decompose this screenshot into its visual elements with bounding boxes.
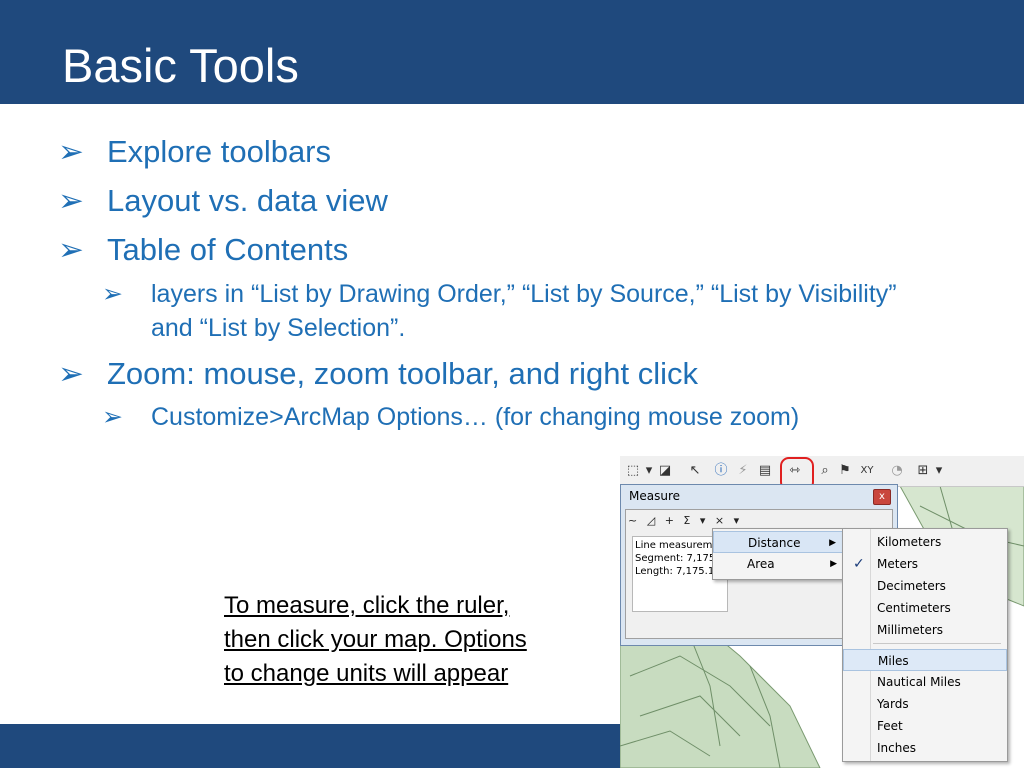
arrow-bullet-icon: ➢: [58, 183, 84, 218]
arrow-bullet-icon: ➢: [102, 403, 123, 431]
distance-units-submenu: Kilometers ✓ Meters Decimeters Centimeter…: [842, 528, 1008, 762]
menu-item-meters[interactable]: ✓ Meters: [843, 553, 1007, 575]
menu-item-label: Area: [747, 557, 775, 571]
menu-item-label: Miles: [878, 654, 909, 668]
menu-item-label: Kilometers: [877, 535, 942, 549]
arrow-bullet-icon: ➢: [58, 232, 84, 267]
measure-feature-icon[interactable]: +: [665, 512, 674, 530]
bullet-text: Explore toolbars: [107, 134, 332, 169]
html-popup-icon[interactable]: ▤: [756, 462, 774, 480]
identify-icon[interactable]: ⓘ: [712, 462, 730, 480]
find-route-icon[interactable]: ⚑: [836, 462, 854, 480]
menu-item-label: Distance: [748, 536, 801, 550]
measure-caption: To measure, click the ruler, then click …: [224, 589, 584, 691]
menu-item-label: Nautical Miles: [877, 675, 961, 689]
measure-line-icon[interactable]: ~: [628, 512, 637, 530]
pointer-icon[interactable]: ↖: [686, 462, 704, 480]
menu-item-label: Yards: [877, 697, 909, 711]
menu-separator: [873, 643, 1001, 644]
title-bar: Basic Tools: [0, 0, 1024, 104]
tools-toolbar: ⬚ ▾ ◪ ↖ ⓘ ⚡ ▤ ⇿ ⌕ ⚑ XY ◔ ⊞ ▾: [620, 456, 1024, 491]
dropdown-icon[interactable]: ▾: [930, 462, 948, 480]
sub-bullet-text: layers in “List by Drawing Order,” “List…: [151, 280, 897, 308]
menu-item-area[interactable]: Area ▶: [713, 553, 843, 575]
go-to-xy-icon[interactable]: XY: [858, 462, 876, 480]
measure-window-title: Measure: [629, 489, 680, 503]
find-icon[interactable]: ⌕: [816, 462, 834, 480]
caption-line: then click your map. Options: [224, 626, 527, 653]
bullet-text: Zoom: mouse, zoom toolbar, and right cli…: [107, 356, 698, 391]
menu-item-miles[interactable]: Miles: [843, 649, 1007, 671]
menu-item-label: Inches: [877, 741, 916, 755]
menu-item-centimeters[interactable]: Centimeters: [843, 597, 1007, 619]
menu-item-inches[interactable]: Inches: [843, 737, 1007, 759]
time-slider-icon[interactable]: ◔: [888, 462, 906, 480]
bullet-text: Table of Contents: [107, 232, 349, 267]
slide-title: Basic Tools: [62, 39, 299, 92]
menu-item-label: Meters: [877, 557, 919, 571]
menu-item-label: Millimeters: [877, 623, 944, 637]
menu-item-label: Centimeters: [877, 601, 951, 615]
measure-area-icon[interactable]: ◿: [647, 512, 655, 530]
bullet-text: Layout vs. data view: [107, 183, 388, 218]
menu-item-millimeters[interactable]: Millimeters: [843, 619, 1007, 641]
menu-item-label: Decimeters: [877, 579, 946, 593]
menu-item-yards[interactable]: Yards: [843, 693, 1007, 715]
menu-item-label: Feet: [877, 719, 903, 733]
submenu-arrow-icon: ▶: [830, 559, 837, 569]
arrow-bullet-icon: ➢: [58, 134, 84, 169]
close-icon[interactable]: x: [873, 489, 891, 505]
sub-bullet-text: and “List by Selection”.: [151, 314, 406, 342]
menu-item-distance[interactable]: Distance ▶: [713, 531, 843, 553]
select-features-icon[interactable]: ◪: [656, 462, 674, 480]
arcmap-screenshot: ⬚ ▾ ◪ ↖ ⓘ ⚡ ▤ ⇿ ⌕ ⚑ XY ◔ ⊞ ▾ Measure x ~…: [620, 456, 1024, 768]
caption-line: To measure, click the ruler,: [224, 592, 510, 619]
sub-bullet-text: Customize>ArcMap Options… (for changing …: [151, 403, 800, 431]
units-menu: Distance ▶ Area ▶: [712, 528, 844, 580]
menu-item-decimeters[interactable]: Decimeters: [843, 575, 1007, 597]
menu-item-nautical-miles[interactable]: Nautical Miles: [843, 671, 1007, 693]
hyperlink-icon[interactable]: ⚡: [734, 462, 752, 480]
checkmark-icon: ✓: [853, 556, 865, 572]
caption-line: to change units will appear: [224, 660, 509, 687]
sum-icon[interactable]: Σ: [683, 512, 690, 530]
arrow-bullet-icon: ➢: [102, 280, 123, 308]
menu-item-kilometers[interactable]: Kilometers: [843, 531, 1007, 553]
arrow-bullet-icon: ➢: [58, 356, 84, 391]
units-dropdown-icon[interactable]: ▾: [700, 512, 706, 530]
menu-item-feet[interactable]: Feet: [843, 715, 1007, 737]
submenu-arrow-icon: ▶: [829, 538, 836, 548]
